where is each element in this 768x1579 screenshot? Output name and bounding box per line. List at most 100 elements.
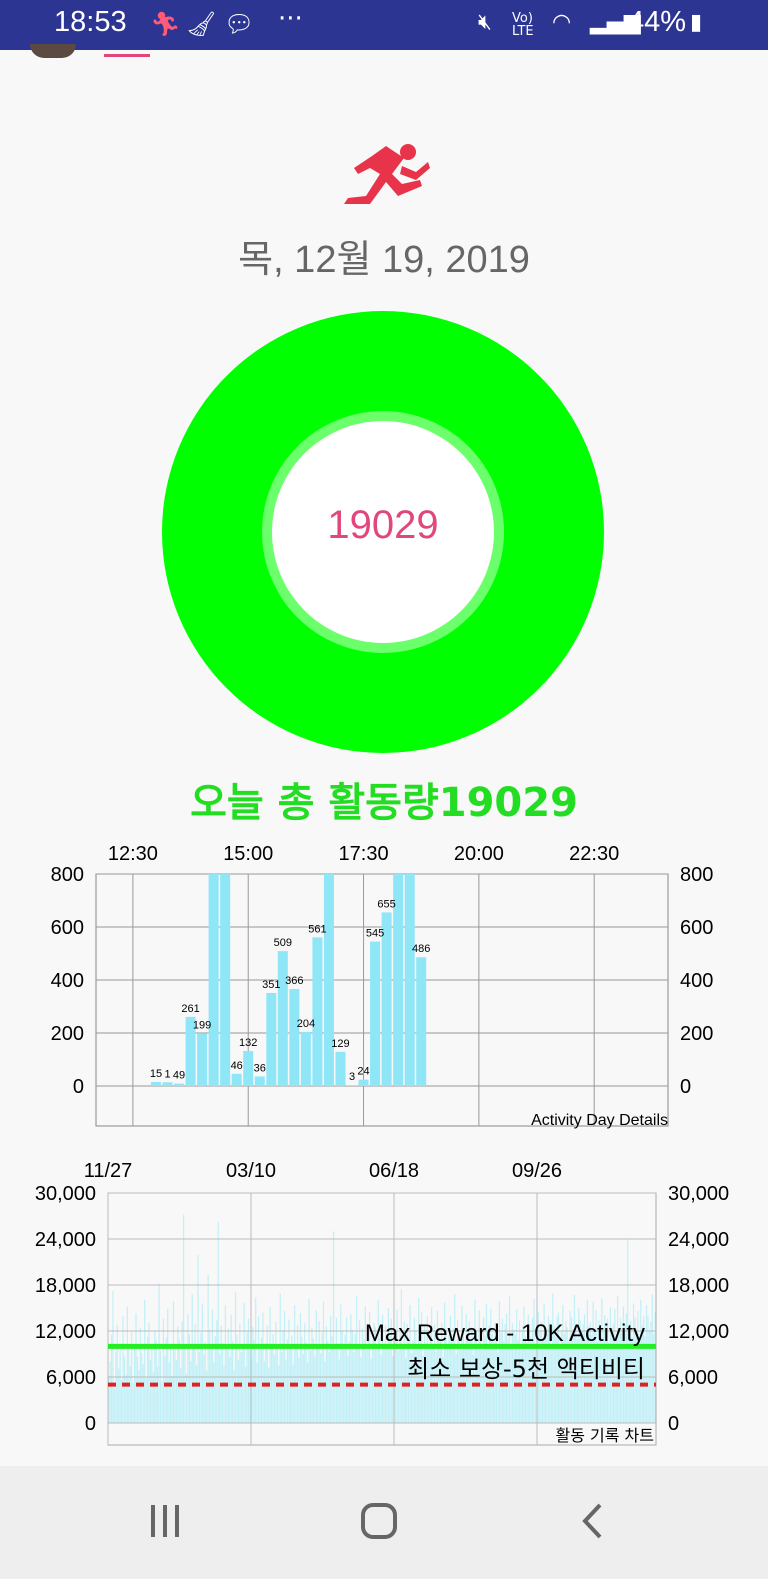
day-bar-value-label: 366 [285, 975, 303, 987]
history-bar [278, 1365, 280, 1423]
activity-history-chart: 11/27 03/10 06/18 09/26 30,000 30,000 24,000 2… [35, 1160, 729, 1446]
history-bar [243, 1302, 245, 1423]
history-bar [273, 1354, 276, 1423]
history-bar [162, 1318, 165, 1423]
history-bar [203, 1354, 205, 1423]
history-bar [144, 1299, 146, 1423]
history-bar [145, 1377, 147, 1423]
history-y-tick-label-right: 18,000 [668, 1275, 729, 1297]
history-bar [270, 1347, 273, 1423]
history-bar [206, 1370, 208, 1423]
history-bar [350, 1314, 352, 1423]
history-bar [371, 1340, 374, 1423]
day-bar-value-label: 199 [193, 1019, 211, 1031]
history-bar [233, 1370, 235, 1423]
day-bar [416, 957, 427, 1086]
day-y-tick-label-left: 600 [51, 917, 84, 939]
day-bar [197, 1033, 208, 1086]
history-bar [219, 1354, 221, 1423]
cleaner-notification-icon: 🧹︎ [186, 10, 217, 38]
history-chart-bars [108, 1214, 656, 1423]
history-bar [194, 1324, 196, 1423]
history-bar [255, 1297, 257, 1423]
history-bar [177, 1326, 179, 1423]
day-bar [335, 1051, 346, 1086]
mute-icon: 🔇︎ [478, 10, 492, 35]
day-bar [208, 874, 219, 1086]
history-y-tick-label-right: 6,000 [668, 1367, 718, 1389]
day-bar-value-label: 561 [308, 923, 326, 935]
history-bar [288, 1319, 290, 1423]
history-y-tick-label-left: 6,000 [46, 1367, 96, 1389]
history-bar [315, 1310, 317, 1423]
history-bar [379, 1337, 381, 1423]
day-bar [162, 1082, 173, 1086]
history-y-tick-label-left: 18,000 [35, 1275, 96, 1297]
back-icon[interactable] [580, 1502, 606, 1540]
history-bar [112, 1291, 114, 1423]
more-notifications-icon: ··· [278, 4, 303, 34]
day-x-tick-label: 12:30 [108, 843, 158, 865]
history-bar [308, 1298, 310, 1423]
history-x-tick-label: 03/10 [226, 1160, 276, 1182]
history-bar [343, 1349, 345, 1423]
day-bar [243, 1051, 254, 1086]
history-y-tick-label-left: 12,000 [35, 1321, 96, 1343]
history-bar [115, 1351, 117, 1423]
day-y-tick-label-left: 0 [73, 1076, 84, 1098]
history-bar [650, 1321, 652, 1423]
history-bar [380, 1354, 382, 1423]
day-bar-value-label: 261 [181, 1003, 199, 1015]
step-count: 19029 [327, 503, 439, 547]
history-bar [363, 1339, 365, 1423]
history-bar [214, 1336, 216, 1423]
day-y-tick-label-left: 200 [51, 1023, 84, 1045]
history-bar [383, 1344, 385, 1423]
wifi-icon: ◠ [552, 10, 572, 35]
day-bar [277, 951, 288, 1086]
recent-apps-icon[interactable] [148, 1502, 184, 1540]
day-y-tick-label-right: 0 [680, 1076, 691, 1098]
history-bar [314, 1355, 316, 1423]
day-bar-value-label: 1 [164, 1068, 170, 1080]
history-bar [256, 1363, 258, 1423]
history-bar [158, 1283, 160, 1423]
history-bar [146, 1337, 149, 1423]
history-bar [216, 1320, 218, 1423]
volte-icon: Vo) LTE [512, 11, 534, 39]
day-bar [347, 1085, 358, 1086]
history-bar [319, 1353, 322, 1423]
message-notification-icon: 💬︎ [224, 10, 255, 38]
history-bar [301, 1337, 303, 1423]
history-bar [213, 1362, 215, 1423]
min-reward-label: 최소 보상-5천 액티비티 [407, 1355, 645, 1383]
history-bar [211, 1309, 214, 1423]
history-bar [386, 1347, 388, 1423]
history-bar [397, 1350, 400, 1423]
history-bar [142, 1363, 144, 1423]
history-x-tick-label: 11/27 [84, 1160, 133, 1182]
day-bar [254, 1076, 265, 1086]
history-bar [400, 1288, 402, 1423]
day-bar-value-label: 129 [331, 1038, 349, 1050]
history-bar [119, 1343, 121, 1423]
history-bar [294, 1304, 296, 1423]
history-bar [332, 1231, 335, 1423]
history-bar [182, 1214, 185, 1423]
day-bar [323, 874, 334, 1086]
history-bar [181, 1321, 183, 1423]
history-bar [266, 1325, 268, 1423]
history-bar [307, 1362, 309, 1423]
history-bar [328, 1351, 330, 1423]
activity-ring[interactable]: 19029 [162, 311, 604, 753]
avatar[interactable] [30, 44, 76, 58]
history-y-tick-label-left: 0 [85, 1413, 96, 1435]
day-bar [220, 874, 231, 1086]
selected-date[interactable]: 목, 12월 19, 2019 [0, 228, 768, 283]
history-bar [322, 1301, 325, 1423]
runner-notification-icon: 🏃︎ [150, 10, 181, 38]
history-bar [116, 1324, 118, 1423]
history-bar [353, 1352, 355, 1423]
home-icon[interactable] [360, 1502, 398, 1540]
history-bar [252, 1327, 254, 1423]
